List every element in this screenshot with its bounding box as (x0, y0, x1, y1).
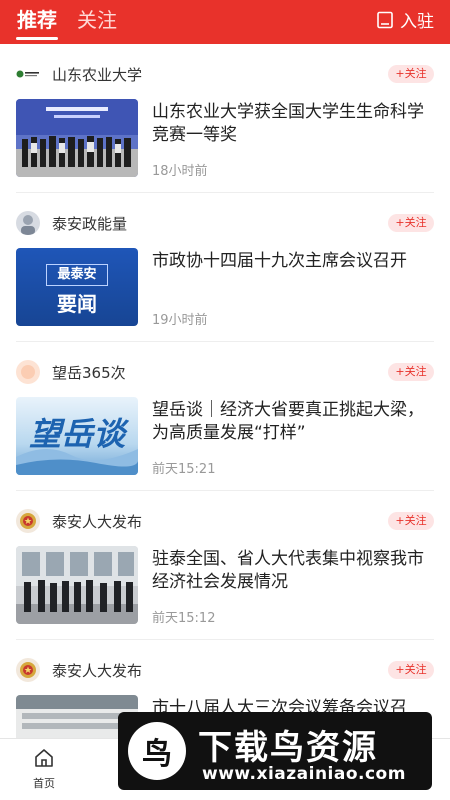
news-card[interactable]: 望岳365次 +关注 望岳谈 望岳谈｜经济大省要真正挑起大梁，为高质量发展“打样… (16, 342, 434, 491)
university-logo-icon (16, 62, 40, 86)
source-row: 山东农业大学 +关注 (16, 62, 434, 86)
news-thumbnail[interactable]: 最泰安 要闻 (16, 248, 138, 326)
source-name[interactable]: 山东农业大学 (52, 64, 142, 85)
tab-recommend[interactable]: 推荐 (17, 4, 57, 33)
follow-button[interactable]: +关注 (388, 65, 434, 83)
follow-button[interactable]: +关注 (388, 214, 434, 232)
source-name[interactable]: 泰安人大发布 (52, 511, 142, 532)
emblem-icon (16, 509, 40, 533)
source-row: 泰安政能量 +关注 (16, 211, 434, 235)
news-time: 18小时前 (152, 164, 208, 179)
source-row: 泰安人大发布 +关注 (16, 509, 434, 533)
nav-home-label: 首页 (33, 777, 55, 790)
news-thumbnail[interactable]: 望岳谈 (16, 397, 138, 475)
source-name[interactable]: 泰安政能量 (52, 213, 127, 234)
news-title[interactable]: 市政协十四届十九次主席会议召开 (152, 250, 434, 273)
site-watermark: 鸟 下载鸟资源 www.xiazainiao.com (118, 712, 432, 790)
thumb-calligraphy-text: 望岳谈 (28, 415, 125, 453)
active-tab-indicator (16, 37, 58, 40)
watermark-title: 下载鸟资源 (198, 728, 378, 768)
news-thumbnail[interactable] (16, 546, 138, 624)
news-thumbnail[interactable] (16, 99, 138, 177)
tab-following[interactable]: 关注 (77, 4, 117, 33)
news-card[interactable]: 泰安人大发布 +关注 驻泰全国、省人大代表集中视察我市经济社会发展情况 前天15… (16, 491, 434, 640)
source-name[interactable]: 泰安人大发布 (52, 660, 142, 681)
follow-button[interactable]: +关注 (388, 363, 434, 381)
source-name[interactable]: 望岳365次 (52, 362, 126, 383)
settle-in-label: 入驻 (400, 12, 434, 32)
document-icon (377, 11, 393, 28)
news-time: 前天15:12 (152, 611, 216, 626)
settle-in-button[interactable]: 入驻 (376, 7, 434, 32)
news-feed: 山东农业大学 +关注 山东农业大学获全国大学生生命科学竞赛一等奖 18小时前 泰… (0, 44, 450, 789)
news-title[interactable]: 山东农业大学获全国大学生生命科学竞赛一等奖 (152, 101, 434, 147)
org-avatar-icon (16, 211, 40, 235)
emblem-icon (16, 658, 40, 682)
follow-button[interactable]: +关注 (388, 512, 434, 530)
source-row: 望岳365次 +关注 (16, 360, 434, 384)
thumb-main-text: 要闻 (57, 292, 97, 316)
nav-item-home[interactable]: 首页 (22, 747, 66, 791)
home-icon (35, 749, 53, 767)
news-card[interactable]: 泰安政能量 +关注 最泰安 要闻 市政协十四届十九次主席会议召开 19小时前 (16, 193, 434, 342)
news-time: 前天15:21 (152, 462, 216, 477)
news-time: 19小时前 (152, 313, 208, 328)
source-row: 泰安人大发布 +关注 (16, 658, 434, 682)
news-title[interactable]: 望岳谈｜经济大省要真正挑起大梁，为高质量发展“打样” (152, 399, 434, 445)
news-card[interactable]: 山东农业大学 +关注 山东农业大学获全国大学生生命科学竞赛一等奖 18小时前 (16, 44, 434, 193)
top-header-bar: 推荐 关注 入驻 (0, 0, 450, 44)
thumb-tag-text: 最泰安 (46, 264, 108, 286)
org-avatar-icon (16, 360, 40, 384)
news-title[interactable]: 驻泰全国、省人大代表集中视察我市经济社会发展情况 (152, 548, 434, 594)
watermark-logo-icon: 鸟 (128, 722, 186, 780)
follow-button[interactable]: +关注 (388, 661, 434, 679)
watermark-url: www.xiazainiao.com (202, 764, 406, 784)
